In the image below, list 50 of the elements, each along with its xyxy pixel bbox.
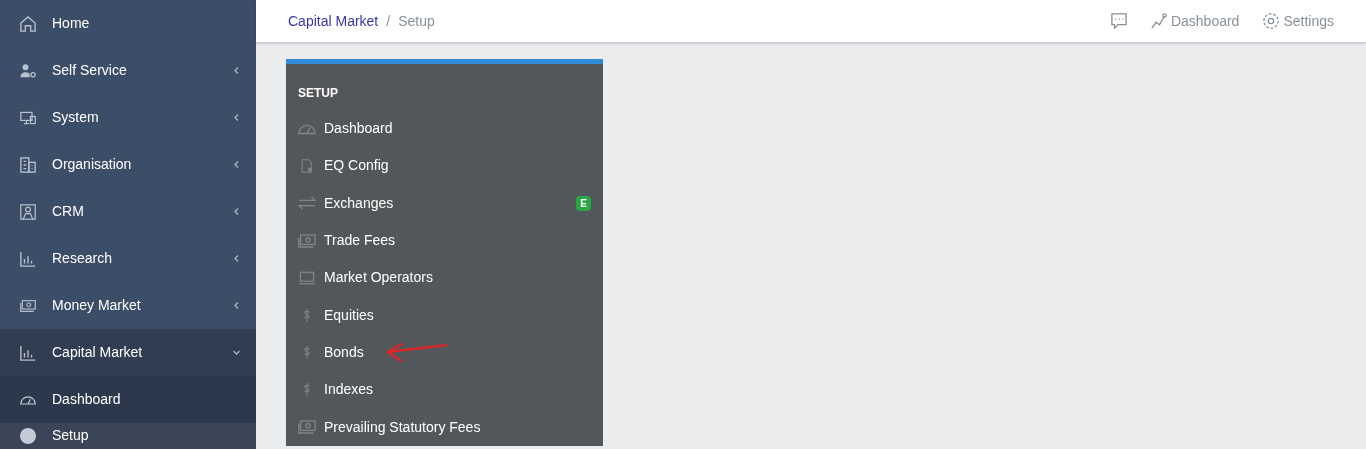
bar-chart-icon <box>20 250 36 267</box>
bar-chart-icon <box>20 344 36 361</box>
chevron-left-icon <box>233 161 240 168</box>
sidebar-item[interactable]: System <box>0 94 256 141</box>
swap-arrows-icon <box>298 196 316 211</box>
setup-menu-item[interactable]: Dashboard <box>286 110 603 148</box>
chevron-left-icon <box>233 67 240 74</box>
dollar-icon <box>302 344 312 360</box>
laptop-icon <box>298 270 316 285</box>
person-icon <box>20 203 36 220</box>
chevron-left-icon <box>233 255 240 262</box>
breadcrumb-link[interactable]: Capital Market <box>288 10 379 32</box>
banknote-icon <box>20 297 36 314</box>
devices-icon <box>20 109 36 126</box>
setup-menu-item[interactable]: Prevailing Statutory Fees <box>286 408 603 446</box>
sidebar-item[interactable]: Money Market <box>0 282 256 329</box>
sidebar-item[interactable]: Organisation <box>0 141 256 188</box>
dollar-icon <box>302 307 312 323</box>
setup-menu-item[interactable]: Indexes <box>286 371 603 409</box>
sidebar-item[interactable]: Research <box>0 235 256 282</box>
dollar-icon <box>302 382 312 398</box>
user-gear-icon <box>20 62 36 79</box>
setup-menu-item[interactable]: Trade Fees <box>286 221 603 260</box>
sidebar-item[interactable]: Home <box>0 0 256 47</box>
setup-menu-item[interactable]: Market Operators <box>286 259 603 297</box>
home-icon <box>20 15 36 32</box>
sidebar-subitem[interactable]: Setup <box>0 423 256 449</box>
chevron-left-icon <box>233 302 240 309</box>
sidebar-item[interactable]: CRM <box>0 188 256 235</box>
menu-badge: E <box>576 195 591 211</box>
breadcrumb-separator: / <box>386 11 391 31</box>
setup-menu-item[interactable]: EQ Config <box>286 147 603 185</box>
setup-menu-item[interactable]: Equities <box>286 296 603 334</box>
settings-icon <box>1263 13 1280 29</box>
sidebar-item[interactable]: Self Service <box>0 47 256 94</box>
chat-icon <box>1110 13 1127 29</box>
setup-menu-item[interactable]: Bonds <box>286 333 603 372</box>
building-icon <box>20 156 36 173</box>
line-chart-icon <box>1150 13 1167 29</box>
banknote-icon <box>298 233 316 248</box>
banknote-icon <box>298 420 316 434</box>
chevron-left-icon <box>233 208 240 215</box>
header-action[interactable] <box>1110 13 1127 29</box>
chevron-down-icon <box>233 349 240 356</box>
chevron-left-icon <box>233 114 240 121</box>
setup-title: SETUP <box>297 85 339 102</box>
sidebar-item[interactable]: Capital Market <box>0 329 256 376</box>
sidebar-subitem[interactable]: Dashboard <box>0 376 256 423</box>
setup-menu-item[interactable]: Exchanges E <box>286 184 603 222</box>
breadcrumb-current: Setup <box>398 11 435 31</box>
